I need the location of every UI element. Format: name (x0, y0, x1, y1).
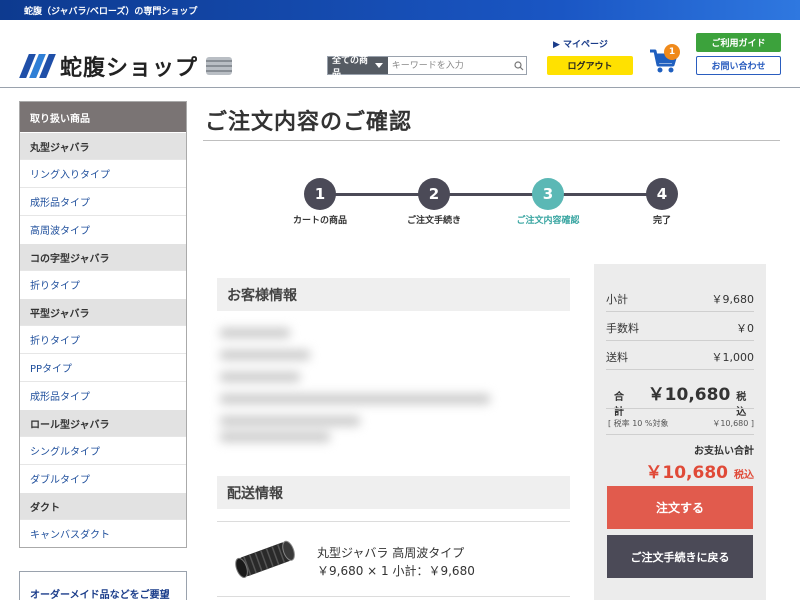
sidebar-item-single[interactable]: シングルタイプ (20, 436, 186, 464)
total-row: 合計 ￥10,680 税込 (606, 380, 754, 418)
divider (606, 434, 754, 435)
place-order-button[interactable]: 注文する (607, 486, 753, 529)
step-2-circle: 2 (418, 178, 450, 210)
bellows-product-icon (206, 57, 233, 75)
sidebar-item-molded[interactable]: 成形品タイプ (20, 187, 186, 215)
product-price-line: ￥9,680 × 1 小計：￥9,680 (317, 564, 475, 578)
fee-row: 手数料 ￥0 (606, 322, 754, 335)
divider (606, 369, 754, 370)
shipping-row: 送料 ￥1,000 (606, 351, 755, 364)
divider (217, 521, 570, 522)
search-icon[interactable] (511, 57, 526, 74)
custom-order-banner[interactable]: オーダーメイド品などをご要望 (19, 571, 187, 600)
sidebar-item-double[interactable]: ダブルタイプ (20, 464, 186, 492)
top-banner-text: 蛇腹（ジャバラ/ベローズ）の専門ショップ (24, 7, 198, 17)
search-category-select[interactable]: 全ての商品 (328, 56, 388, 79)
shipping-value: ￥1,000 (711, 351, 755, 364)
step-4-circle: 4 (646, 178, 678, 210)
divider (203, 140, 780, 141)
page-title: ご注文内容のご確認 (205, 110, 413, 135)
sidebar-item-folded[interactable]: 折りタイプ (20, 270, 186, 298)
payment-total: ￥10,680 税込 (645, 458, 754, 483)
subtotal-value: ￥9,680 (711, 293, 755, 306)
sidebar-item-canvas-duct[interactable]: キャンバスダクト (20, 519, 186, 547)
sidebar-category: 丸型ジャバラ (20, 132, 186, 159)
sidebar-item-molded[interactable]: 成形品タイプ (20, 381, 186, 409)
shipping-info-heading: 配送情報 (217, 476, 570, 509)
divider (606, 340, 754, 341)
sidebar-category: コの字型ジャバラ (20, 243, 186, 270)
custom-order-text: オーダーメイド品などをご要望 (30, 590, 170, 600)
sidebar-category: ロール型ジャバラ (20, 409, 186, 436)
site-header: 蛇腹ショップ (0, 20, 800, 88)
search-input[interactable] (387, 57, 512, 74)
top-banner: 蛇腹（ジャバラ/ベローズ）の専門ショップ (0, 0, 800, 20)
product-name: 丸型ジャバラ 高周波タイプ (317, 546, 465, 560)
sidebar-item-pp[interactable]: PPタイプ (20, 353, 186, 381)
payment-total-label: お支払い合計 (694, 446, 754, 457)
step-1-label: カートの商品 (292, 216, 347, 226)
tax-note: [ 税率 10 %対象 ￥10,680 ] (608, 419, 754, 428)
total-value: ￥10,680 (647, 385, 731, 405)
step-3-circle: 3 (532, 178, 564, 210)
step-3-label: ご注文内容確認 (516, 216, 580, 226)
search-bar: 全ての商品 (327, 56, 527, 79)
step-1-circle: 1 (304, 178, 336, 210)
subtotal-row: 小計 ￥9,680 (606, 293, 755, 306)
customer-info-redacted (212, 320, 502, 445)
guide-button[interactable]: ご利用ガイド (696, 33, 781, 52)
logo-mark-icon (19, 54, 56, 78)
sidebar-category: ダクト (20, 492, 186, 519)
fee-value: ￥0 (736, 322, 754, 335)
step-2-label: ご注文手続き (406, 216, 461, 226)
divider (217, 596, 570, 597)
sidebar-item-high-frequency[interactable]: 高周波タイプ (20, 215, 186, 243)
sidebar: 取り扱い商品 丸型ジャバラ リング入りタイプ 成形品タイプ 高周波タイプ コの字… (19, 101, 187, 548)
sidebar-item-ring[interactable]: リング入りタイプ (20, 159, 186, 187)
divider (606, 408, 754, 409)
mypage-link[interactable]: ▶ マイページ (553, 37, 608, 50)
payment-total-value: ￥10,680 (645, 463, 728, 483)
cart-count-badge: 1 (664, 44, 680, 60)
logo-text: 蛇腹ショップ (60, 56, 199, 81)
chevron-down-icon (374, 63, 383, 68)
customer-info-heading: お客様情報 (217, 278, 570, 311)
progress-line (320, 193, 664, 196)
site-logo[interactable]: 蛇腹ショップ (19, 50, 233, 82)
step-4-label: 完了 (652, 216, 671, 226)
sidebar-item-folded[interactable]: 折りタイプ (20, 325, 186, 353)
back-to-checkout-button[interactable]: ご注文手続きに戻る (607, 535, 753, 578)
contact-button[interactable]: お問い合わせ (696, 56, 781, 75)
product-image (232, 533, 300, 585)
order-summary: 小計 ￥9,680 手数料 ￥0 送料 ￥1,000 合計 ￥10,680 税込… (594, 264, 766, 600)
logout-button[interactable]: ログアウト (547, 56, 633, 75)
divider (606, 311, 754, 312)
sidebar-category: 平型ジャバラ (20, 298, 186, 325)
sidebar-title: 取り扱い商品 (20, 102, 186, 132)
